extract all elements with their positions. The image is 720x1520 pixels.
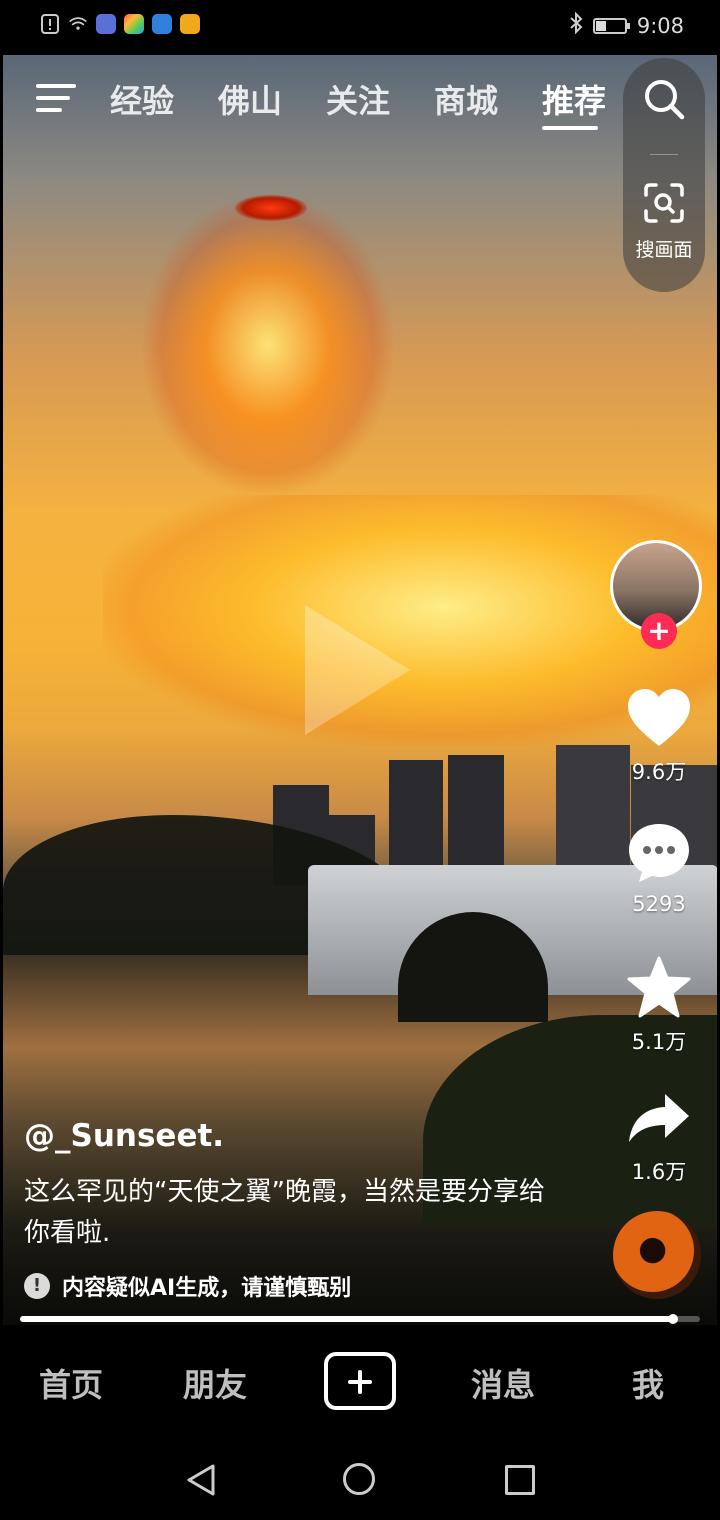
bluetooth-icon [569, 11, 583, 39]
status-time: 9:08 [636, 13, 684, 38]
wifi-icon [68, 14, 88, 34]
back-icon[interactable] [186, 1464, 216, 1496]
like-count: 9.6万 [631, 760, 687, 784]
comment-count: 5293 [632, 892, 686, 916]
home-icon[interactable] [343, 1463, 375, 1495]
video-description[interactable]: 这么罕见的“天使之翼”晚霞，当然是要分享给你看啦. [24, 1172, 564, 1254]
tab-recommended-label: 推荐 [542, 82, 607, 120]
ai-content-notice[interactable]: ! 内容疑似AI生成，请谨慎甄别 [24, 1270, 351, 1302]
follow-button[interactable]: + [641, 613, 677, 649]
video-progress-bar[interactable] [20, 1314, 700, 1324]
tab-foshan[interactable]: 佛山 [218, 76, 326, 122]
image-search-label[interactable]: 搜画面 [626, 235, 702, 262]
menu-icon[interactable] [36, 84, 76, 114]
tab-following[interactable]: 关注 [326, 76, 434, 122]
play-icon[interactable] [305, 605, 410, 735]
alert-icon [40, 14, 60, 34]
search-icon[interactable] [643, 78, 685, 120]
status-icons-left [40, 14, 200, 34]
comment-button[interactable]: 5293 [609, 822, 709, 916]
share-button[interactable]: 1.6万 [609, 1092, 709, 1186]
status-bar: 9:08 [0, 0, 720, 55]
nav-me[interactable]: 我 [632, 1360, 664, 1406]
warning-icon: ! [24, 1273, 50, 1299]
red-halo [235, 195, 307, 221]
top-tabs: 经验 佛山 关注 商城 推荐 [110, 76, 650, 130]
ai-notice-text: 内容疑似AI生成，请谨慎甄别 [62, 1276, 352, 1301]
tab-mall[interactable]: 商城 [434, 76, 542, 122]
music-app-icon [96, 14, 116, 34]
nav-friends[interactable]: 朋友 [183, 1360, 247, 1406]
favorite-count: 5.1万 [631, 1030, 687, 1054]
video-app-icon [180, 14, 200, 34]
battery-icon [592, 17, 630, 34]
share-count: 1.6万 [631, 1160, 687, 1184]
fire-angel-cloud [143, 195, 393, 495]
progress-knob[interactable] [667, 1314, 678, 1324]
gallery-app-icon [124, 14, 144, 34]
image-search-icon[interactable] [643, 182, 685, 224]
nav-home[interactable]: 首页 [39, 1360, 103, 1406]
music-disc[interactable] [613, 1211, 701, 1299]
star-icon [627, 956, 691, 1018]
nav-messages[interactable]: 消息 [471, 1360, 535, 1406]
comment-icon [629, 824, 689, 882]
browser-app-icon [152, 14, 172, 34]
share-icon [629, 1094, 689, 1142]
favorite-button[interactable]: 5.1万 [609, 956, 709, 1056]
status-icons-right: 9:08 [569, 11, 684, 39]
search-panel-divider [650, 154, 678, 155]
recent-apps-icon[interactable] [505, 1465, 535, 1495]
create-button[interactable] [324, 1352, 396, 1410]
tab-experience[interactable]: 经验 [110, 76, 218, 122]
heart-icon [628, 689, 690, 746]
progress-fill [20, 1316, 673, 1322]
author-name[interactable]: @_Sunseet. [24, 1118, 224, 1154]
like-button[interactable]: 9.6万 [609, 688, 709, 786]
active-tab-indicator [542, 126, 598, 130]
